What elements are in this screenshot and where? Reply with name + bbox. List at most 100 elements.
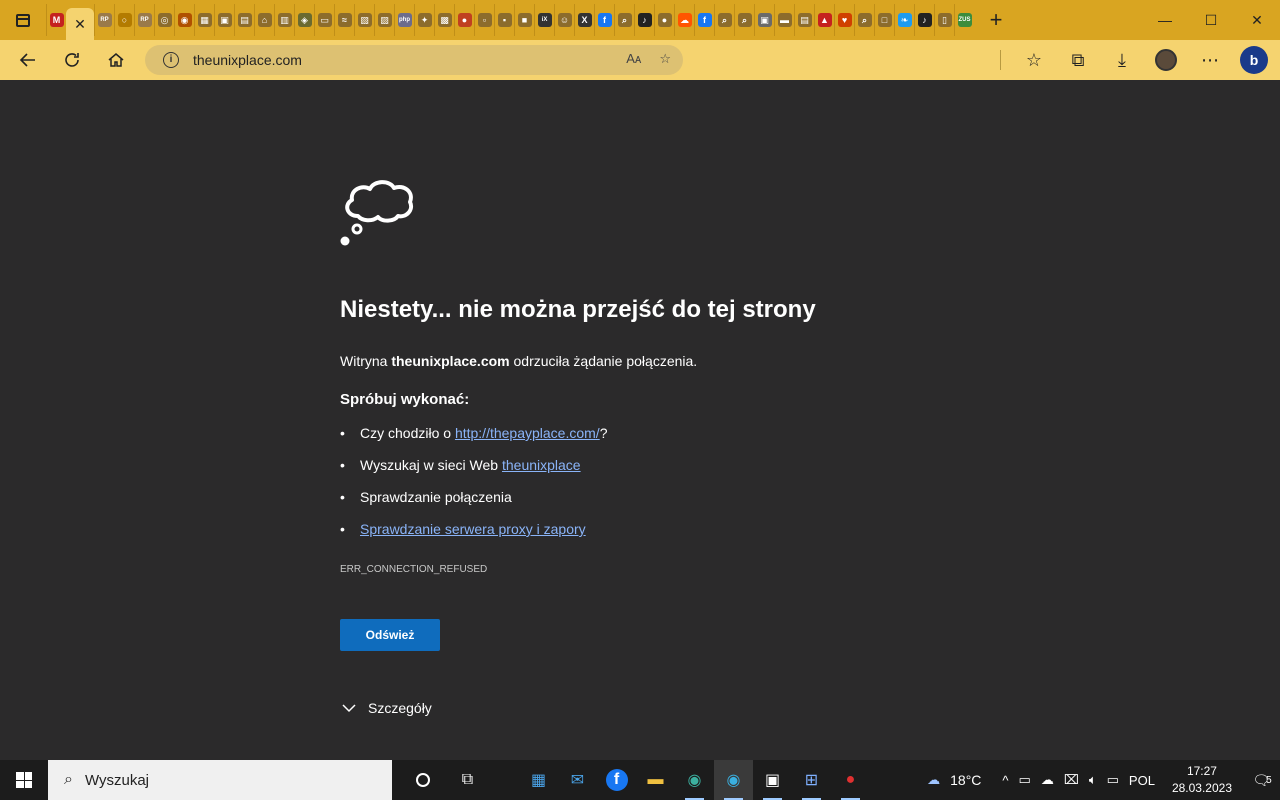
new-tab-button[interactable]: +	[978, 4, 1014, 36]
home-button[interactable]	[94, 40, 138, 80]
tab-misc15[interactable]: ▩	[434, 4, 454, 36]
tab-misc10[interactable]: ▭	[314, 4, 334, 36]
notifications-button[interactable]: 🗨︎ 5	[1244, 760, 1280, 800]
favorites-button[interactable]: ☆	[1012, 40, 1056, 80]
web-search-link[interactable]: theunixplace	[502, 457, 581, 473]
tab-x[interactable]: X	[574, 4, 594, 36]
collections-button[interactable]: ⧉	[1056, 40, 1100, 80]
address-bar[interactable]: i theunixplace.com Aᴀ ☆	[145, 45, 683, 75]
add-favorite-icon[interactable]: ☆	[659, 51, 671, 67]
details-toggle[interactable]: Szczegóły	[340, 700, 432, 716]
tray-chevron-icon[interactable]: ^	[1002, 773, 1008, 788]
tab-misc5[interactable]: ▣	[214, 4, 234, 36]
close-tab-icon[interactable]: ✕	[74, 16, 86, 33]
tab-zus[interactable]: ZUS	[954, 4, 974, 36]
onedrive-icon[interactable]: ☁	[1041, 772, 1054, 788]
tab-misc2[interactable]: ◎	[154, 4, 174, 36]
explorer-app[interactable]: ▬	[636, 760, 675, 800]
start-button[interactable]	[0, 760, 48, 800]
tab-misc3[interactable]: ◉	[174, 4, 194, 36]
tab-misc4[interactable]: ▦	[194, 4, 214, 36]
taskbar-search[interactable]: ⌕ Wyszukaj	[48, 760, 392, 800]
facebook-app[interactable]: f	[597, 760, 636, 800]
tab-misc6[interactable]: ▤	[234, 4, 254, 36]
tab-php[interactable]: php	[394, 4, 414, 36]
cortana-button[interactable]	[398, 760, 448, 800]
store-app[interactable]: ▦	[519, 760, 558, 800]
tab-github[interactable]: ●	[654, 4, 674, 36]
weather-icon[interactable]: ☁	[927, 772, 940, 788]
tab-search3[interactable]: ⌕	[734, 4, 754, 36]
tab-rp[interactable]: RP	[94, 4, 114, 36]
tab-facebook[interactable]: f	[594, 4, 614, 36]
tab-misc25[interactable]: □	[874, 4, 894, 36]
search1-favicon-icon: ⌕	[617, 13, 632, 27]
red-app[interactable]: ●	[831, 760, 870, 800]
misc23-favicon-icon: ▤	[797, 13, 812, 27]
tab-misc1[interactable]: ○	[114, 4, 134, 36]
reload-button[interactable]: Odśwież	[340, 619, 440, 651]
tab-misc13[interactable]: ▨	[374, 4, 394, 36]
tab-misc7[interactable]: ⌂	[254, 4, 274, 36]
tab-soundcloud[interactable]: ☁	[674, 4, 694, 36]
tab-facebook2[interactable]: f	[694, 4, 714, 36]
meet-icon[interactable]: ▭	[1019, 772, 1031, 788]
tab-pdf[interactable]: ▲	[814, 4, 834, 36]
tab-search1[interactable]: ⌕	[614, 4, 634, 36]
mail-app[interactable]: ✉	[558, 760, 597, 800]
language-indicator[interactable]: POL	[1129, 773, 1155, 788]
bing-button[interactable]: b	[1232, 40, 1276, 80]
profile-button[interactable]	[1144, 40, 1188, 80]
weather-temp[interactable]: 18°C	[950, 772, 981, 788]
site-info-icon[interactable]: i	[163, 52, 179, 68]
tab-misc16[interactable]: ●	[454, 4, 474, 36]
address-url[interactable]: theunixplace.com	[193, 52, 302, 68]
tab-misc22[interactable]: ▬	[774, 4, 794, 36]
read-aloud-icon[interactable]: Aᴀ	[626, 51, 641, 67]
tab-tiktok[interactable]: ♪	[634, 4, 654, 36]
network-app[interactable]: ⊞	[792, 760, 831, 800]
tab-misc21[interactable]: ▣	[754, 4, 774, 36]
misc14-favicon-icon: ✦	[417, 13, 432, 27]
tab-misc8[interactable]: ▥	[274, 4, 294, 36]
tab-search2[interactable]: ⌕	[714, 4, 734, 36]
tab-misc18[interactable]: ▪	[494, 4, 514, 36]
network-icon[interactable]: ⌧	[1064, 772, 1079, 788]
tab-search4[interactable]: ⌕	[854, 4, 874, 36]
error-title: Niestety... nie można przejść do tej str…	[340, 296, 816, 323]
tab-misc14[interactable]: ✦	[414, 4, 434, 36]
tab-doc[interactable]: ▯	[934, 4, 954, 36]
remote-app[interactable]: ▣	[753, 760, 792, 800]
tab-misc24[interactable]: ♥	[834, 4, 854, 36]
tab-twitter[interactable]: ❧	[894, 4, 914, 36]
tab-misc20[interactable]: ☺	[554, 4, 574, 36]
refresh-button[interactable]	[50, 40, 94, 80]
volume-icon[interactable]: 🔈︎	[1089, 772, 1097, 788]
suggestion-item: Sprawdzanie serwera proxy i zapory	[340, 520, 608, 552]
suggested-url-link[interactable]: http://thepayplace.com/	[455, 425, 600, 441]
maximize-button[interactable]: ☐	[1188, 0, 1234, 40]
settings-menu-button[interactable]: ⋯	[1188, 40, 1232, 80]
clock[interactable]: 17:27 28.03.2023	[1172, 763, 1232, 797]
tab-misc19[interactable]: ■	[514, 4, 534, 36]
tab-misc9[interactable]: ◈	[294, 4, 314, 36]
minimize-button[interactable]: —	[1142, 0, 1188, 40]
tab-gmail[interactable]: M	[46, 4, 66, 36]
tab-misc23[interactable]: ▤	[794, 4, 814, 36]
tab-rp2[interactable]: RP	[134, 4, 154, 36]
edge-beta-app[interactable]: ◉	[675, 760, 714, 800]
task-view-button[interactable]: ⧉	[448, 760, 487, 800]
tab-misc17[interactable]: ▫	[474, 4, 494, 36]
tab-misc12[interactable]: ▧	[354, 4, 374, 36]
display-icon[interactable]: ▭	[1107, 772, 1119, 788]
close-window-button[interactable]: ✕	[1234, 0, 1280, 40]
edge-app[interactable]: ◉	[714, 760, 753, 800]
downloads-button[interactable]: ⤓	[1100, 40, 1144, 80]
tab-ix[interactable]: iX	[534, 4, 554, 36]
proxy-firewall-link[interactable]: Sprawdzanie serwera proxy i zapory	[360, 521, 586, 537]
tab-tiktok2[interactable]: ♪	[914, 4, 934, 36]
back-button[interactable]	[6, 40, 50, 80]
tab-actions-button[interactable]	[0, 0, 46, 40]
tab-misc11[interactable]: ≈	[334, 4, 354, 36]
tab-active[interactable]: ✕	[66, 8, 94, 40]
